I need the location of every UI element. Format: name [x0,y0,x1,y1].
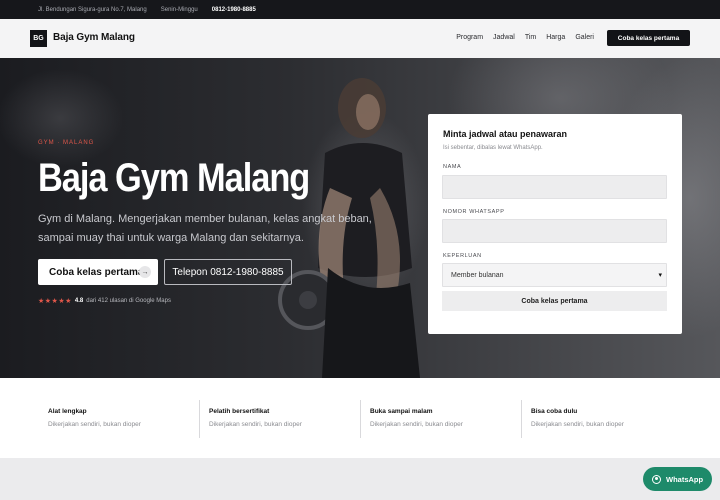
feature-item: Alat lengkap Dikerjakan sendiri, bukan d… [38,400,188,438]
rating-text: dari 412 ulasan di Google Maps [86,298,171,304]
form-title: Minta jadwal atau penawaran [443,129,568,139]
feature-title: Bisa coba dulu [531,408,578,415]
top-info-bar: Jl. Bendungan Sigura-gura No.7, Malang S… [0,0,720,19]
name-field-label: NAMA [443,164,462,170]
nav-item-jadwal[interactable]: Jadwal [493,34,515,41]
call-phone-button[interactable]: Telepon 0812-1980-8885 [164,259,292,285]
try-first-class-label: Coba kelas pertama [49,266,144,278]
try-first-class-button[interactable]: Coba kelas pertama → [38,259,158,285]
rating-summary: ★★★★★ 4.8 dari 412 ulasan di Google Maps [38,297,171,305]
feature-desc: Dikerjakan sendiri, bukan dioper [209,421,302,428]
form-note: Isi sebentar, dibalas lewat WhatsApp. [443,145,543,151]
hero-title: Baja Gym Malang [38,156,310,200]
name-input[interactable] [442,175,667,199]
feature-item: Pelatih bersertifikat Dikerjakan sendiri… [199,400,349,438]
hero-eyebrow: GYM · MALANG [38,140,95,146]
feature-desc: Dikerjakan sendiri, bukan dioper [370,421,463,428]
arrow-right-icon: → [139,266,151,278]
form-submit-button[interactable]: Coba kelas pertama [442,291,667,311]
purpose-selected-value: Member bulanan [451,271,504,279]
features-strip: Alat lengkap Dikerjakan sendiri, bukan d… [0,378,720,458]
rating-score: 4.8 [74,298,84,304]
whatsapp-number-input[interactable] [442,219,667,243]
feature-divider [521,400,522,438]
feature-title: Buka sampai malam [370,408,433,415]
whatsapp-icon [652,474,661,484]
star-rating-icon: ★★★★★ [38,298,72,305]
hero-section: GYM · MALANG Baja Gym Malang Gym di Mala… [0,58,720,378]
nav-item-tim[interactable]: Tim [525,34,536,41]
chevron-down-icon: ▾ [658,272,662,279]
hero-subtitle: Gym di Malang. Mengerjakan member bulana… [38,213,372,244]
purpose-select[interactable]: Member bulanan ▾ [442,263,667,287]
logo-mark[interactable]: BG [30,30,47,47]
brand-name[interactable]: Baja Gym Malang [53,32,135,43]
feature-desc: Dikerjakan sendiri, bukan dioper [48,421,141,428]
whatsapp-float-button[interactable]: WhatsApp [643,467,712,491]
nav-item-program[interactable]: Program [456,34,483,41]
feature-divider [360,400,361,438]
nav-item-harga[interactable]: Harga [546,34,565,41]
feature-title: Alat lengkap [48,408,87,415]
feature-divider [199,400,200,438]
site-header: BG Baja Gym Malang Program Jadwal Tim Ha… [0,19,720,58]
hours-text: Senin-Minggu [160,6,198,13]
nav-item-galeri[interactable]: Galeri [575,34,594,41]
schedule-request-form: Minta jadwal atau penawaran Isi sebentar… [428,114,682,334]
whatsapp-number-label: NOMOR WHATSAPP [443,209,505,215]
header-cta-button[interactable]: Coba kelas pertama [607,30,690,46]
topbar-phone-link[interactable]: 0812-1980-8885 [212,7,256,13]
purpose-field-label: KEPERLUAN [443,253,482,259]
next-section-edge [0,458,720,500]
feature-item: Bisa coba dulu Dikerjakan sendiri, bukan… [521,400,671,438]
feature-desc: Dikerjakan sendiri, bukan dioper [531,421,624,428]
feature-title: Pelatih bersertifikat [209,408,270,415]
main-nav: Program Jadwal Tim Harga Galeri [446,34,594,41]
address-text: Jl. Bendungan Sigura-gura No.7, Malang [38,6,147,13]
feature-item: Buka sampai malam Dikerjakan sendiri, bu… [360,400,510,438]
whatsapp-label: WhatsApp [666,474,704,484]
